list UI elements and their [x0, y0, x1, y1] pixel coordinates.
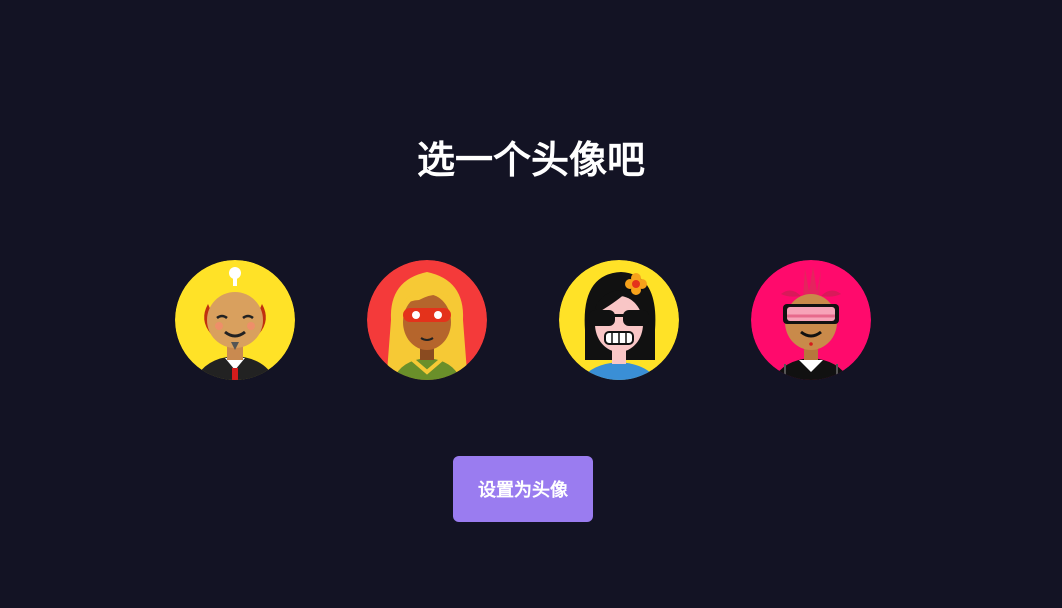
- set-as-avatar-button[interactable]: 设置为头像: [453, 456, 593, 522]
- punk-goggles-avatar-icon: [751, 260, 871, 380]
- avatar-list: [175, 260, 871, 380]
- avatar-option-2[interactable]: [367, 260, 487, 380]
- bald-devil-avatar-icon: [175, 260, 295, 380]
- avatar-picker-page: 选一个头像吧 设置为头像: [0, 0, 1062, 608]
- sunglasses-woman-avatar-icon: [559, 260, 679, 380]
- page-title: 选一个头像吧: [416, 138, 645, 182]
- avatar-option-4[interactable]: [751, 260, 871, 380]
- masked-hero-avatar-icon: [367, 260, 487, 380]
- avatar-option-3[interactable]: [559, 260, 679, 380]
- avatar-option-1[interactable]: [175, 260, 295, 380]
